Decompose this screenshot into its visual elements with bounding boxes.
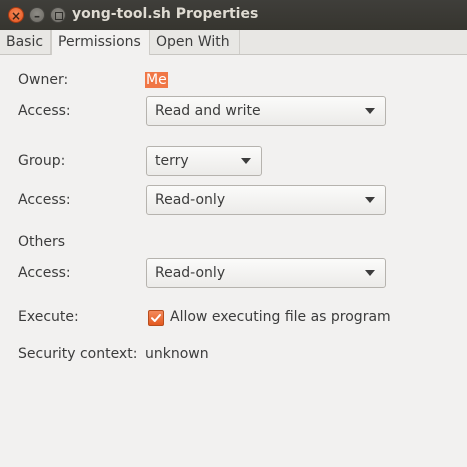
title-bar[interactable]: × – yong-tool.sh Properties [0, 0, 467, 30]
tab-permissions[interactable]: Permissions [51, 30, 150, 55]
group-access-combo[interactable]: Read-only [146, 185, 386, 215]
dropdown-arrow-icon [241, 158, 251, 164]
tab-bar: Basic Permissions Open With [0, 30, 467, 55]
owner-label: Owner: [18, 72, 69, 88]
group-access-label: Access: [18, 192, 71, 208]
dropdown-arrow-icon [365, 197, 375, 203]
group-access-value: Read-only [155, 192, 226, 208]
close-icon: × [10, 9, 22, 23]
minimize-icon: – [34, 9, 40, 23]
group-value: terry [155, 153, 189, 169]
allow-execute-label[interactable]: Allow executing file as program [170, 309, 391, 325]
window-title: yong-tool.sh Properties [72, 6, 259, 22]
group-label: Group: [18, 153, 66, 169]
tab-open-with[interactable]: Open With [150, 30, 240, 54]
minimize-window-button[interactable]: – [29, 7, 45, 23]
security-context-label: Security context: [18, 346, 138, 362]
others-label: Others [18, 234, 66, 250]
dropdown-arrow-icon [365, 270, 375, 276]
properties-window: × – yong-tool.sh Properties Basic Permis… [0, 0, 467, 467]
group-combo[interactable]: terry [146, 146, 262, 176]
owner-access-value: Read and write [155, 103, 261, 119]
owner-access-label: Access: [18, 103, 71, 119]
allow-execute-checkbox[interactable] [148, 310, 164, 326]
maximize-icon [55, 12, 63, 20]
others-access-label: Access: [18, 265, 71, 281]
owner-value: Me [145, 72, 168, 88]
checkmark-icon [151, 314, 161, 322]
others-access-combo[interactable]: Read-only [146, 258, 386, 288]
close-window-button[interactable]: × [8, 7, 24, 23]
security-context-value: unknown [145, 346, 209, 362]
owner-access-combo[interactable]: Read and write [146, 96, 386, 126]
tab-basic[interactable]: Basic [0, 30, 51, 54]
dropdown-arrow-icon [365, 108, 375, 114]
execute-label: Execute: [18, 309, 79, 325]
maximize-window-button[interactable] [50, 7, 66, 23]
others-access-value: Read-only [155, 265, 226, 281]
